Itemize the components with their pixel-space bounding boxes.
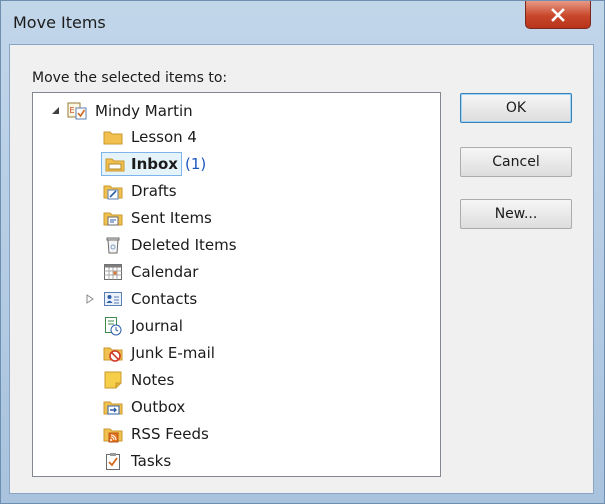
tree-item-label: Journal (131, 317, 183, 335)
move-prompt-label: Move the selected items to: (32, 70, 228, 86)
folder-tree[interactable]: E Mindy Martin Lesson 4 Inbox (1) Drafts… (32, 92, 441, 477)
tree-item-deleted-items[interactable]: Deleted Items (103, 233, 237, 257)
close-icon (551, 7, 565, 22)
tree-root-label: Mindy Martin (95, 102, 193, 120)
tasks-icon (106, 453, 120, 470)
tree-item-inbox[interactable]: Inbox (1) (97, 152, 206, 176)
sent-items-icon (103, 212, 123, 226)
junk-email-icon (103, 347, 123, 362)
tree-item-label: Contacts (131, 290, 198, 308)
mailbox-icon: E (67, 102, 87, 120)
contacts-icon (104, 292, 122, 306)
tree-item-label: Tasks (131, 452, 172, 470)
expand-arrow-icon[interactable] (85, 294, 95, 304)
tree-item-drafts[interactable]: Drafts (103, 179, 177, 203)
tree-item-label: Inbox (131, 155, 178, 173)
tree-item-label: Junk E-mail (131, 344, 215, 362)
tree-item-label: RSS Feeds (131, 425, 209, 443)
tree-item-rss-feeds[interactable]: RSS Feeds (103, 422, 209, 446)
tree-item-outbox[interactable]: Outbox (103, 395, 185, 419)
tree-item-tasks[interactable]: Tasks (103, 449, 171, 473)
svg-text:E: E (70, 106, 75, 115)
deleted-items-icon (106, 237, 120, 254)
dialog-body: Move the selected items to: E Mindy Mart… (9, 44, 594, 494)
tree-root-mindy-martin[interactable]: E Mindy Martin (51, 99, 193, 123)
move-items-dialog: Move Items Move the selected items to: E (0, 0, 605, 504)
tree-item-label: Outbox (131, 398, 186, 416)
tree-item-label: Lesson 4 (131, 128, 197, 146)
tree-item-journal[interactable]: Journal (103, 314, 183, 338)
tree-item-label: Calendar (131, 263, 199, 281)
inbox-icon (105, 158, 125, 172)
tree-item-label: Notes (131, 371, 175, 389)
unread-count: (1) (184, 155, 207, 173)
tree-item-sent-items[interactable]: Sent Items (103, 206, 212, 230)
notes-icon (104, 371, 122, 389)
rss-feeds-icon (103, 428, 123, 443)
tree-item-contacts[interactable]: Contacts (85, 287, 197, 311)
cancel-button[interactable]: Cancel (460, 147, 572, 177)
new-folder-button[interactable]: New... (460, 199, 572, 229)
collapse-arrow-icon[interactable] (51, 106, 61, 116)
tree-item-label: Deleted Items (131, 236, 237, 254)
tree-item-junk-email[interactable]: Junk E-mail (103, 341, 215, 365)
tree-item-notes[interactable]: Notes (103, 368, 174, 392)
tree-item-label: Drafts (131, 182, 177, 200)
tree-item-calendar[interactable]: Calendar (103, 260, 198, 284)
window-title: Move Items (13, 13, 106, 32)
title-bar[interactable]: Move Items (1, 1, 604, 41)
ok-button[interactable]: OK (460, 93, 572, 123)
journal-icon (105, 317, 122, 336)
close-button[interactable] (525, 1, 591, 29)
calendar-icon (104, 264, 122, 280)
drafts-icon (103, 185, 123, 200)
selection-highlight: Inbox (101, 152, 182, 176)
folder-icon (103, 131, 123, 145)
outbox-icon (103, 401, 123, 415)
tree-item-label: Sent Items (131, 209, 212, 227)
tree-item-lesson-4[interactable]: Lesson 4 (103, 125, 197, 149)
